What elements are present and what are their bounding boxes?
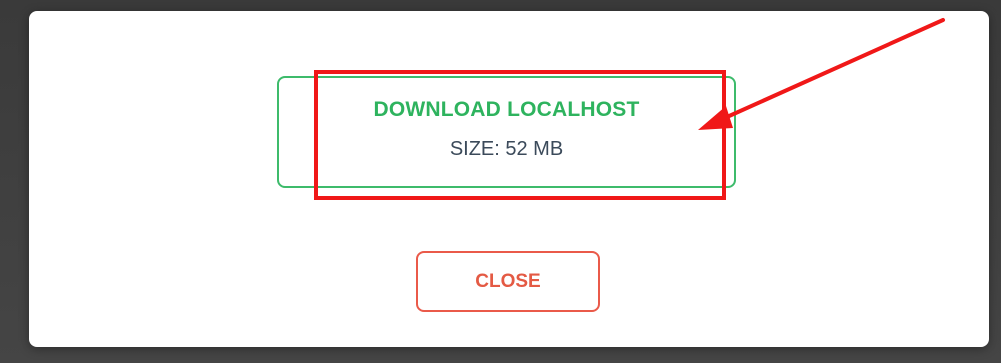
- close-button[interactable]: CLOSE: [416, 251, 600, 312]
- download-localhost-button[interactable]: DOWNLOAD LOCALHOST SIZE: 52 MB: [277, 76, 736, 188]
- download-dialog: DOWNLOAD LOCALHOST SIZE: 52 MB CLOSE: [29, 11, 989, 347]
- download-title: DOWNLOAD LOCALHOST: [373, 97, 640, 121]
- download-size: SIZE: 52 MB: [449, 137, 564, 160]
